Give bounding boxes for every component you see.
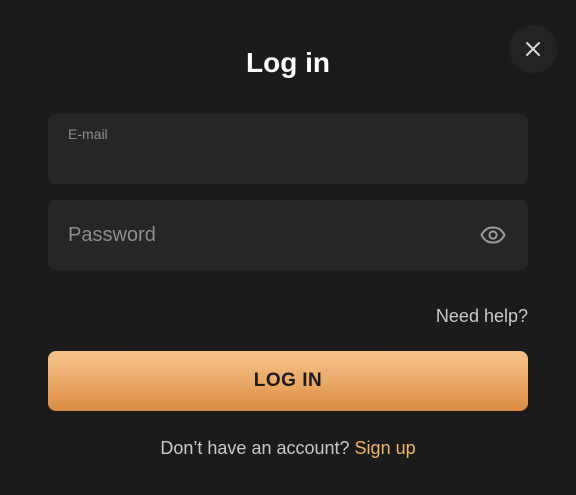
login-button[interactable]: LOG IN bbox=[48, 351, 528, 411]
login-modal: Log in E-mail Need help? LOG IN Don’t ha… bbox=[0, 0, 576, 495]
email-label: E-mail bbox=[68, 126, 108, 142]
email-field[interactable]: E-mail bbox=[48, 114, 528, 184]
page-title: Log in bbox=[246, 47, 330, 78]
signup-link[interactable]: Sign up bbox=[355, 438, 416, 458]
show-password-button[interactable] bbox=[478, 221, 508, 249]
password-input[interactable] bbox=[68, 220, 468, 250]
signup-prompt-text: Don’t have an account? bbox=[160, 438, 350, 458]
eye-icon bbox=[480, 226, 506, 244]
email-input[interactable] bbox=[68, 146, 508, 174]
password-field[interactable] bbox=[48, 200, 528, 270]
need-help-link[interactable]: Need help? bbox=[436, 305, 528, 327]
signup-prompt: Don’t have an account? Sign up bbox=[0, 437, 576, 459]
